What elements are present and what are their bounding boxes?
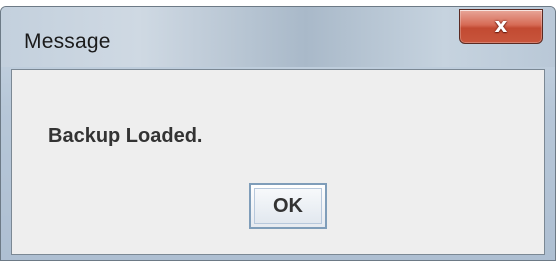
title-bar[interactable]: Message x	[1, 7, 555, 67]
message-dialog: Message x Backup Loaded. OK	[0, 6, 556, 261]
ok-button-label: OK	[254, 188, 322, 224]
close-button[interactable]: x	[459, 9, 543, 44]
message-text: Backup Loaded.	[48, 125, 203, 147]
window-title: Message	[24, 30, 111, 53]
close-icon: x	[494, 13, 508, 37]
dialog-content: Backup Loaded. OK	[11, 69, 545, 255]
ok-button[interactable]: OK	[249, 183, 327, 229]
